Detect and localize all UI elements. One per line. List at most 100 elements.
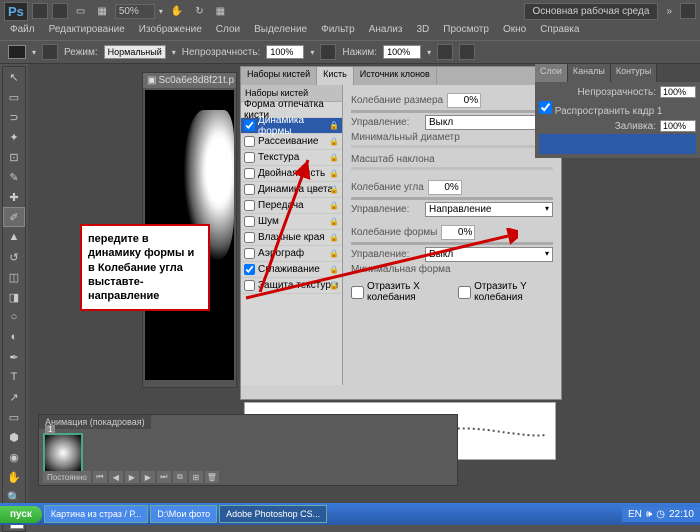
start-button[interactable]: пуск <box>0 506 42 523</box>
size-control-select[interactable]: Выкл <box>425 115 553 130</box>
loop-select[interactable]: Постоянно <box>43 471 91 483</box>
3d-camera-tool[interactable]: ◉ <box>3 447 25 467</box>
crop-tool[interactable]: ⊡ <box>3 147 25 167</box>
collapse-button[interactable]: » <box>662 4 676 19</box>
wand-tool[interactable]: ✦ <box>3 127 25 147</box>
opacity-input[interactable] <box>266 45 304 59</box>
mode-select[interactable]: Нормальный <box>104 45 166 59</box>
document-title[interactable]: ▣ Sc0a6e8d8f21t.p <box>143 73 236 88</box>
opt-scatter[interactable]: Рассеивание🔒 <box>241 134 342 150</box>
eraser-tool[interactable]: ◫ <box>3 267 25 287</box>
animation-tab[interactable]: Анимация (покадровая) <box>39 415 151 429</box>
brush-preview-icon[interactable] <box>8 45 26 59</box>
play-button[interactable]: ▶ <box>125 471 139 483</box>
menu-filter[interactable]: Фильтр <box>315 22 361 40</box>
propagate-checkbox[interactable] <box>539 101 552 114</box>
lock-icon[interactable]: 🔒 <box>329 137 339 146</box>
tab-brush[interactable]: Кисть <box>317 67 354 85</box>
marquee-tool[interactable]: ▭ <box>3 87 25 107</box>
tablet-size-icon[interactable] <box>459 44 475 60</box>
eyedropper-tool[interactable]: ✎ <box>3 167 25 187</box>
angle-jitter-value[interactable]: 0% <box>428 180 462 195</box>
tween-button[interactable]: ⧉ <box>173 471 187 483</box>
shape-tool[interactable]: ▭ <box>3 407 25 427</box>
blur-tool[interactable]: ○ <box>3 307 25 327</box>
stamp-tool[interactable]: ▲ <box>3 227 25 247</box>
size-jitter-value[interactable]: 0% <box>447 93 481 108</box>
clock[interactable]: 22:10 <box>669 509 694 520</box>
menu-select[interactable]: Выделение <box>248 22 313 40</box>
cslive-icon[interactable] <box>680 3 696 19</box>
menu-help[interactable]: Справка <box>534 22 585 40</box>
history-brush-tool[interactable]: ↺ <box>3 247 25 267</box>
tray-icon[interactable]: 🕪 <box>646 509 652 520</box>
menu-view[interactable]: Просмотр <box>437 22 495 40</box>
first-frame-button[interactable]: ⏮ <box>93 471 107 483</box>
pen-tool[interactable]: ✒ <box>3 347 25 367</box>
lang-indicator[interactable]: EN <box>628 509 642 520</box>
new-frame-button[interactable]: ⊞ <box>189 471 203 483</box>
screen-mode-icon[interactable]: ▭ <box>72 4 89 19</box>
airbrush-icon[interactable] <box>437 44 453 60</box>
taskbar-item-3[interactable]: Adobe Photoshop CS... <box>219 505 327 523</box>
delete-frame-button[interactable]: 🗑 <box>205 471 219 483</box>
angle-jitter-slider[interactable] <box>351 197 553 200</box>
fill-label: Заливка: <box>615 121 656 132</box>
min-diam-label: Минимальный диаметр <box>351 132 460 143</box>
mini-bridge-icon[interactable] <box>52 3 68 19</box>
last-frame-button[interactable]: ⏭ <box>157 471 171 483</box>
layer-opacity-input[interactable] <box>660 86 696 98</box>
zoom-selector[interactable]: 50% <box>115 4 155 19</box>
opt-dynamics[interactable]: Динамика формы🔒 <box>241 118 342 134</box>
tab-clone[interactable]: Источник клонов <box>354 67 437 85</box>
3d-tool[interactable]: ⬢ <box>3 427 25 447</box>
taskbar-item-1[interactable]: Картина из страз / Р... <box>44 505 148 523</box>
path-tool[interactable]: ↗ <box>3 387 25 407</box>
layer-row[interactable] <box>539 134 696 154</box>
menu-window[interactable]: Окно <box>497 22 532 40</box>
lock-icon[interactable]: 🔒 <box>329 121 339 130</box>
lasso-tool[interactable]: ⊃ <box>3 107 25 127</box>
lock-icon[interactable]: 🔒 <box>329 185 339 194</box>
menu-edit[interactable]: Редактирование <box>43 22 131 40</box>
tab-layers[interactable]: Слои <box>535 64 568 82</box>
tab-paths[interactable]: Контуры <box>611 64 657 82</box>
lock-icon[interactable]: 🔒 <box>329 169 339 178</box>
tab-presets[interactable]: Наборы кистей <box>241 67 317 85</box>
fill-input[interactable] <box>660 120 696 132</box>
tablet-opacity-icon[interactable] <box>320 44 336 60</box>
lock-icon[interactable]: 🔒 <box>329 153 339 162</box>
brush-panel-toggle-icon[interactable] <box>42 44 58 60</box>
brush-tool[interactable]: ✐ <box>3 207 25 227</box>
tray-icon[interactable]: ◷ <box>656 509 665 520</box>
menu-layers[interactable]: Слои <box>210 22 246 40</box>
lock-icon[interactable]: 🔒 <box>329 201 339 210</box>
move-tool[interactable]: ↖ <box>3 67 25 87</box>
dodge-tool[interactable]: ◐ <box>3 327 25 347</box>
tab-channels[interactable]: Каналы <box>568 64 611 82</box>
size-jitter-slider[interactable] <box>351 110 553 113</box>
bridge-icon[interactable] <box>32 3 48 19</box>
angle-control-select[interactable]: Направление <box>425 202 553 217</box>
arrange-icon[interactable]: ▦ <box>212 4 229 19</box>
workspace-button[interactable]: Основная рабочая среда <box>524 3 659 20</box>
lock-icon[interactable]: 🔒 <box>329 217 339 226</box>
menu-3d[interactable]: 3D <box>410 22 435 40</box>
menu-analysis[interactable]: Анализ <box>363 22 409 40</box>
prev-frame-button[interactable]: ◀ <box>109 471 123 483</box>
taskbar-item-2[interactable]: D:\Мои фото <box>150 505 217 523</box>
angle-jitter-label: Колебание угла <box>351 182 424 193</box>
frame-thumb[interactable]: 1 0 сек. <box>43 433 83 473</box>
type-tool[interactable]: T <box>3 367 25 387</box>
extras-icon[interactable]: ▦ <box>93 4 110 19</box>
flow-input[interactable] <box>383 45 421 59</box>
next-frame-button[interactable]: ▶ <box>141 471 155 483</box>
menu-file[interactable]: Файл <box>4 22 41 40</box>
heal-tool[interactable]: ✚ <box>3 187 25 207</box>
hand-icon[interactable]: ✋ <box>167 4 187 19</box>
system-tray[interactable]: EN 🕪 ◷ 22:10 <box>622 507 700 522</box>
gradient-tool[interactable]: ◨ <box>3 287 25 307</box>
hand-tool[interactable]: ✋ <box>3 467 25 487</box>
rotate-icon[interactable]: ↻ <box>191 4 207 19</box>
menu-image[interactable]: Изображение <box>133 22 208 40</box>
